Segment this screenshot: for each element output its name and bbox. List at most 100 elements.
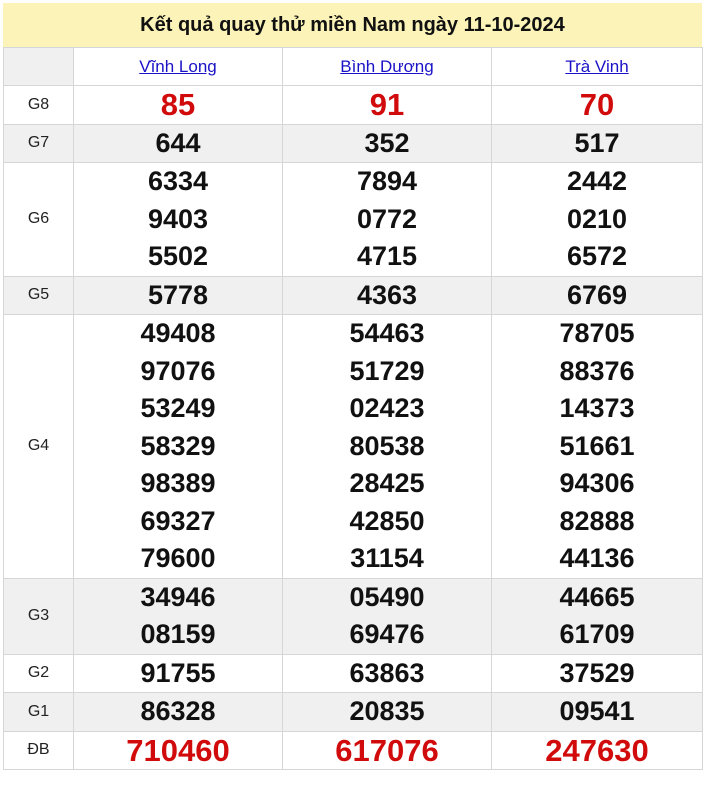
prize-label: G2	[3, 653, 74, 693]
prize-row: G1 86328 20835 09541	[3, 692, 703, 732]
prize-row: G5 5778 4363 6769	[3, 275, 703, 315]
province-header-row: Vĩnh Long Bình Dương Trà Vinh	[3, 47, 703, 86]
prize-number: 0772	[356, 203, 418, 234]
prize-number: 49408	[140, 318, 216, 348]
province-header-cell: Bình Dương	[282, 47, 492, 86]
prize-number: 6334	[147, 166, 209, 196]
prize-cell: 6769	[491, 275, 703, 315]
special-prize-number: 710460	[126, 732, 230, 768]
prize-number: 4363	[356, 279, 418, 310]
prize-row: G8 85 91 70	[3, 85, 703, 125]
prize-label: G1	[3, 692, 74, 732]
prize-number: 5502	[147, 241, 209, 271]
prize-number: 54463	[349, 318, 425, 348]
prize-cell: 91755	[73, 653, 283, 693]
prize-number: 28425	[349, 468, 425, 498]
prize-row: ĐB 710460 617076 247630	[3, 730, 703, 770]
province-link-tra-vinh[interactable]: Trà Vinh	[565, 57, 628, 76]
prize-cell: 78705 88376 14373 51661 94306 82888 44136	[491, 314, 703, 579]
prize-cell: 05490 69476	[282, 577, 492, 655]
prize-cell: 6334 9403 5502	[73, 162, 283, 277]
prize-number: 94306	[559, 468, 635, 498]
prize-cell: 710460	[73, 730, 283, 770]
prize-cell: 54463 51729 02423 80538 28425 42850 31154	[282, 314, 492, 579]
prize-number: 70	[579, 87, 615, 122]
prize-row: G2 91755 63863 37529	[3, 653, 703, 693]
prize-number: 79600	[140, 543, 216, 573]
prize-cell: 85	[73, 85, 283, 125]
prize-number: 80538	[349, 430, 425, 461]
prize-number: 31154	[350, 543, 424, 573]
prize-number: 7894	[356, 166, 418, 196]
prize-number: 78705	[559, 318, 635, 348]
prize-number: 51661	[559, 430, 635, 461]
prize-number: 82888	[559, 505, 635, 536]
prize-label: G8	[3, 85, 74, 125]
prize-number: 69327	[140, 505, 216, 536]
page-title: Kết quả quay thử miền Nam ngày 11-10-202…	[3, 3, 702, 47]
province-header-cell: Trà Vinh	[491, 47, 703, 86]
results-table: Vĩnh Long Bình Dương Trà Vinh G8 85 91 70 G7…	[3, 47, 703, 770]
prize-label: G7	[3, 123, 74, 163]
prize-number: 91	[369, 87, 405, 122]
prize-cell: 37529	[491, 653, 703, 693]
prize-number: 85	[160, 87, 196, 122]
prize-row: G7 644 352 517	[3, 123, 703, 163]
prize-cell: 20835	[282, 692, 492, 732]
prize-number: 37529	[559, 657, 635, 688]
province-header-cell: Vĩnh Long	[73, 47, 283, 86]
prize-number: 58329	[140, 430, 216, 461]
prize-number: 61709	[559, 619, 635, 649]
prize-cell: 91	[282, 85, 492, 125]
prize-number: 4715	[356, 241, 418, 271]
prize-label: G6	[3, 162, 74, 277]
special-prize-number: 247630	[545, 732, 649, 768]
prize-number: 86328	[140, 696, 216, 726]
prize-number: 51729	[349, 355, 425, 386]
prize-cell: 5778	[73, 275, 283, 315]
prize-cell: 247630	[491, 730, 703, 770]
prize-number: 91755	[140, 657, 216, 688]
prize-number: 98389	[140, 468, 216, 498]
prize-number: 05490	[349, 581, 425, 612]
prize-number: 02423	[349, 393, 425, 423]
prize-label: G3	[3, 577, 74, 655]
prize-number: 69476	[349, 619, 425, 649]
prize-cell: 644	[73, 123, 283, 163]
prize-number: 44665	[559, 581, 635, 612]
prize-number: 352	[364, 127, 410, 158]
prize-cell: 86328	[73, 692, 283, 732]
prize-cell: 617076	[282, 730, 492, 770]
prize-number: 53249	[140, 393, 216, 423]
header-blank-cell	[3, 47, 74, 86]
prize-number: 63863	[349, 657, 425, 688]
prize-number: 08159	[140, 619, 216, 649]
special-prize-number: 617076	[335, 732, 439, 768]
province-link-vinh-long[interactable]: Vĩnh Long	[139, 57, 217, 76]
prize-cell: 352	[282, 123, 492, 163]
prize-number: 517	[574, 127, 620, 158]
prize-number: 34946	[140, 581, 216, 612]
prize-number: 44136	[559, 543, 635, 573]
prize-number: 6769	[566, 279, 628, 310]
prize-number: 20835	[349, 696, 425, 726]
prize-number: 2442	[566, 166, 628, 196]
prize-number: 9403	[147, 203, 209, 234]
prize-number: 644	[155, 127, 201, 158]
prize-cell: 44665 61709	[491, 577, 703, 655]
prize-cell: 4363	[282, 275, 492, 315]
prize-row: G4 49408 97076 53249 58329 98389 69327 79600 544…	[3, 314, 703, 579]
prize-cell: 7894 0772 4715	[282, 162, 492, 277]
prize-cell: 63863	[282, 653, 492, 693]
prize-cell: 2442 0210 6572	[491, 162, 703, 277]
prize-row: G6 6334 9403 5502 7894 0772 4715 2442 0210 6572	[3, 162, 703, 277]
prize-number: 5778	[147, 279, 209, 310]
prize-label: ĐB	[3, 730, 74, 770]
prize-label: G5	[3, 275, 74, 315]
prize-number: 97076	[140, 355, 216, 386]
prize-cell: 09541	[491, 692, 703, 732]
prize-number: 0210	[566, 203, 628, 234]
prize-number: 09541	[559, 696, 635, 726]
prize-number: 6572	[566, 241, 628, 271]
province-link-binh-duong[interactable]: Bình Dương	[340, 57, 433, 76]
